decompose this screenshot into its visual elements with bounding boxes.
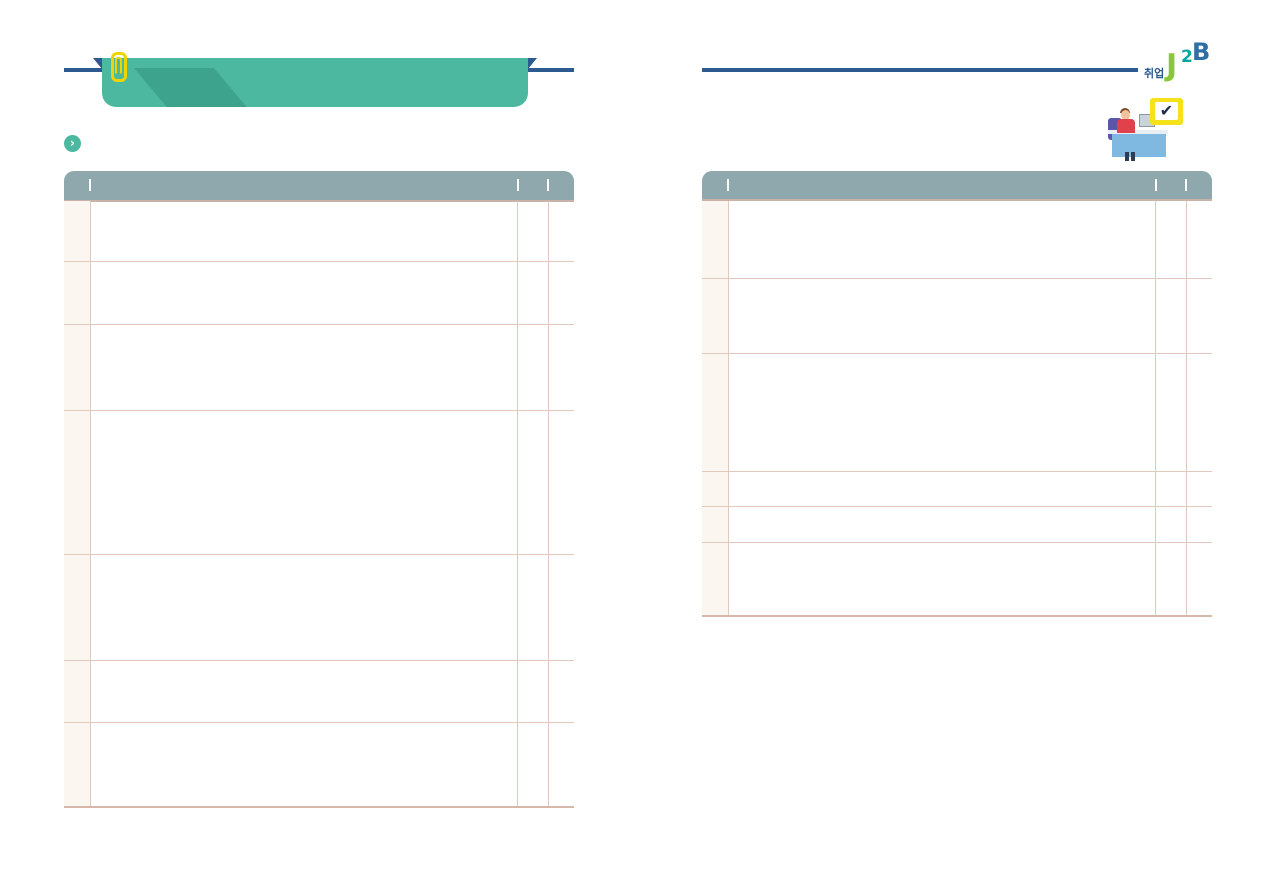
left-col-line-2 xyxy=(517,201,518,807)
section-banner xyxy=(102,58,528,107)
header-divider xyxy=(547,179,549,191)
right-header-line xyxy=(702,68,1138,72)
right-number-column xyxy=(702,201,728,616)
paperclip-inner-icon xyxy=(115,57,122,75)
table-bottom-border xyxy=(702,615,1212,617)
table-row xyxy=(64,722,574,723)
table-row xyxy=(64,554,574,555)
checkmark-icon: ✔ xyxy=(1155,102,1178,120)
right-col-line-3 xyxy=(1186,201,1187,616)
left-table-header xyxy=(64,171,574,201)
right-col-line-1 xyxy=(728,201,729,616)
logo-korean: 취업 xyxy=(1144,67,1165,80)
right-col-line-2 xyxy=(1155,201,1156,616)
table-bottom-border xyxy=(64,806,574,808)
table-row xyxy=(64,410,574,411)
table-row xyxy=(702,471,1212,472)
header-divider xyxy=(517,179,519,191)
chevron-right-circle-icon: › xyxy=(64,135,81,152)
left-col-line-1 xyxy=(90,201,91,807)
table-row xyxy=(702,353,1212,354)
table-row xyxy=(64,261,574,262)
right-table xyxy=(702,171,1212,621)
header-divider xyxy=(89,179,91,191)
right-table-header xyxy=(702,171,1212,201)
table-row xyxy=(702,542,1212,543)
header-divider xyxy=(727,179,729,191)
table-row xyxy=(702,506,1212,507)
header-divider xyxy=(1155,179,1157,191)
table-row xyxy=(64,660,574,661)
table-row xyxy=(702,278,1212,279)
illustration-person-body xyxy=(1117,119,1135,133)
right-header-shadow xyxy=(702,199,1212,201)
illustration-leg xyxy=(1125,152,1129,161)
tab-triangle-left xyxy=(93,58,102,69)
illustration-leg xyxy=(1131,152,1135,161)
logo-b: B xyxy=(1192,38,1211,66)
illustration-desk xyxy=(1112,133,1166,157)
left-table xyxy=(64,171,574,811)
left-col-line-3 xyxy=(548,201,549,807)
logo-j: J xyxy=(1166,48,1178,83)
table-row xyxy=(64,324,574,325)
banner-fold-shadow xyxy=(134,68,265,107)
left-number-column xyxy=(64,201,90,807)
left-header-shadow xyxy=(64,200,574,202)
tab-triangle-right xyxy=(528,58,537,69)
header-divider xyxy=(1185,179,1187,191)
